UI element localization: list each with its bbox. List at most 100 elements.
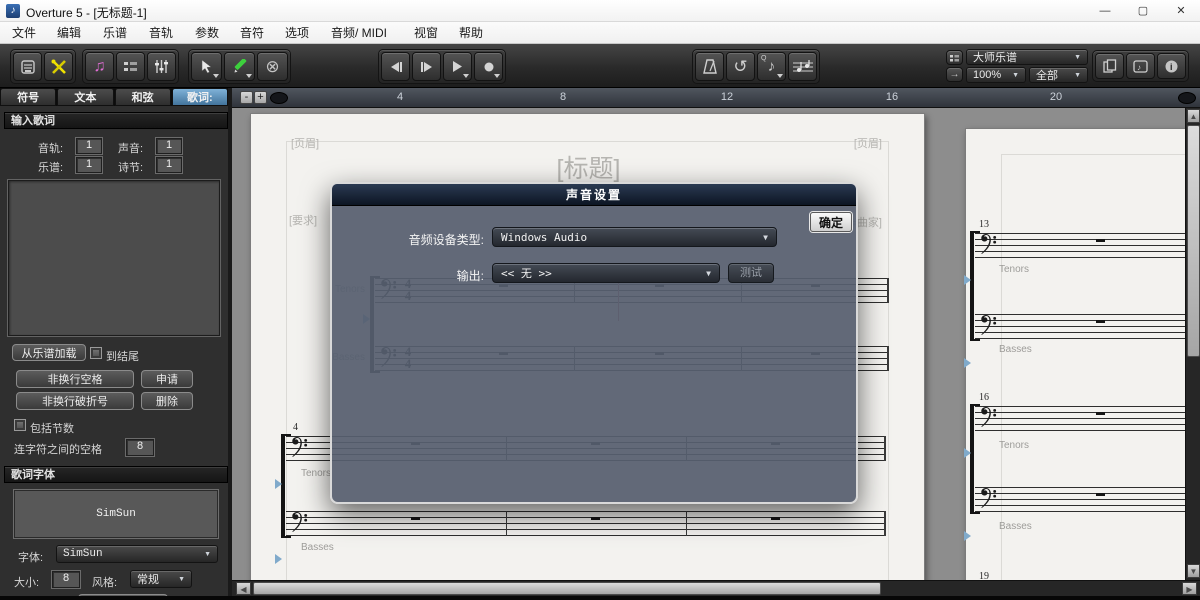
- track-list-button[interactable]: [116, 52, 145, 81]
- tab-symbols[interactable]: 符号: [0, 88, 56, 106]
- minimize-button[interactable]: —: [1088, 0, 1122, 22]
- ruler-zoom-in-button[interactable]: +: [254, 91, 267, 104]
- whole-rest[interactable]: [411, 517, 420, 520]
- size-field[interactable]: 8: [52, 571, 80, 588]
- sound-settings-dialog[interactable]: 声音设置 确定 音频设备类型: Windows Audio ▼ 输出: << 无…: [330, 182, 858, 504]
- nbsp-button[interactable]: 非换行空格: [16, 370, 134, 388]
- style-select[interactable]: 常规 ▼: [130, 570, 192, 588]
- whole-rest[interactable]: [1096, 239, 1105, 242]
- menu-audio-midi[interactable]: 音频/ MIDI: [327, 25, 391, 42]
- erase-tool-button[interactable]: ⊗: [257, 52, 288, 81]
- whole-rest[interactable]: [591, 517, 600, 520]
- audio-device-type-select[interactable]: Windows Audio ▼: [492, 227, 777, 247]
- notation-view-button[interactable]: ♫: [85, 52, 114, 81]
- whole-rest[interactable]: [1096, 493, 1105, 496]
- step-forward-button[interactable]: [412, 52, 441, 81]
- scroll-right-button[interactable]: ▶: [1182, 582, 1197, 595]
- whole-rest[interactable]: [1096, 320, 1105, 323]
- dialog-title-bar[interactable]: 声音设置: [332, 184, 856, 206]
- system-marker[interactable]: [964, 448, 971, 458]
- info-button[interactable]: i: [1157, 53, 1186, 79]
- voice-field[interactable]: 1: [156, 138, 182, 154]
- scroll-left-button[interactable]: ◀: [236, 582, 251, 595]
- track-field[interactable]: 1: [76, 138, 102, 154]
- scope-select[interactable]: 全部 ▼: [1029, 67, 1088, 83]
- close-button[interactable]: ✕: [1164, 0, 1198, 22]
- zoom-select[interactable]: 100% ▼: [966, 67, 1026, 83]
- system-marker[interactable]: [275, 554, 282, 564]
- vertical-scroll-thumb[interactable]: [1187, 125, 1200, 357]
- staff-settings-button[interactable]: [788, 52, 817, 81]
- ok-button[interactable]: 确定: [810, 212, 852, 232]
- requirement-placeholder[interactable]: [要求]: [289, 212, 317, 228]
- tab-lyrics[interactable]: 歌词:: [172, 88, 228, 106]
- whole-rest[interactable]: [1096, 412, 1105, 415]
- goto-button[interactable]: →: [946, 67, 963, 82]
- mixer-button[interactable]: [147, 52, 176, 81]
- system-marker[interactable]: [964, 531, 971, 541]
- bass-staff[interactable]: [975, 487, 1200, 512]
- score-view-list-button[interactable]: [946, 50, 963, 65]
- copy-button[interactable]: [1095, 53, 1124, 79]
- menu-params[interactable]: 参数: [191, 25, 223, 42]
- bass-staff[interactable]: [975, 314, 1200, 339]
- pencil-tool-dropdown-arrow[interactable]: [246, 74, 252, 78]
- ruler-handle-right[interactable]: [1178, 92, 1196, 104]
- menu-edit[interactable]: 编辑: [53, 25, 85, 42]
- metronome-button[interactable]: [695, 52, 724, 81]
- title-placeholder[interactable]: [标题]: [251, 149, 926, 185]
- tools-button[interactable]: [44, 52, 73, 81]
- horizontal-scrollbar[interactable]: ◀ ▶: [232, 580, 1200, 596]
- whole-rest[interactable]: [771, 517, 780, 520]
- ruler-handle-left[interactable]: [270, 92, 288, 104]
- score-number-field[interactable]: 1: [76, 157, 102, 173]
- horizontal-scroll-thumb[interactable]: [253, 582, 881, 595]
- quantize-button[interactable]: Q ♪: [757, 52, 786, 81]
- menu-window[interactable]: 视窗: [410, 25, 442, 42]
- media-library-button[interactable]: ♪: [1126, 53, 1155, 79]
- menu-notes[interactable]: 音符: [236, 25, 268, 42]
- record-dropdown-arrow[interactable]: [494, 74, 500, 78]
- nbdash-button[interactable]: 非换行破折号: [16, 392, 134, 410]
- lyrics-text-area[interactable]: [8, 180, 220, 336]
- hyphen-space-field[interactable]: 8: [126, 439, 154, 456]
- load-from-score-button[interactable]: 从乐谱加载: [12, 344, 86, 361]
- tenor-staff[interactable]: [975, 406, 1200, 431]
- menu-help[interactable]: 帮助: [455, 25, 487, 42]
- tab-chords[interactable]: 和弦: [115, 88, 171, 106]
- menu-file[interactable]: 文件: [8, 25, 40, 42]
- play-button[interactable]: [443, 52, 472, 81]
- system-marker[interactable]: [964, 275, 971, 285]
- print-setup-button[interactable]: [13, 52, 42, 81]
- font-select[interactable]: SimSun ▼: [56, 545, 218, 563]
- maximize-button[interactable]: ▢: [1126, 0, 1160, 22]
- tenor-staff[interactable]: [975, 233, 1200, 258]
- quantize-dropdown-arrow[interactable]: [777, 74, 783, 78]
- vertical-scrollbar[interactable]: ▲ ▼: [1185, 108, 1200, 580]
- verse-field[interactable]: 1: [156, 157, 182, 173]
- tab-text[interactable]: 文本: [57, 88, 113, 106]
- menu-score[interactable]: 乐谱: [99, 25, 131, 42]
- scroll-up-button[interactable]: ▲: [1187, 109, 1200, 123]
- system-marker[interactable]: [964, 358, 971, 368]
- ruler-zoom-out-button[interactable]: -: [240, 91, 253, 104]
- output-select[interactable]: << 无 >> ▼: [492, 263, 720, 283]
- apply-button[interactable]: 申请: [141, 370, 193, 388]
- system-marker[interactable]: [275, 479, 282, 489]
- include-verse-checkbox[interactable]: [14, 419, 26, 431]
- loop-button[interactable]: ↺: [726, 52, 755, 81]
- scroll-down-button[interactable]: ▼: [1187, 564, 1200, 578]
- bass-staff[interactable]: [286, 511, 886, 536]
- rewind-button[interactable]: [381, 52, 410, 81]
- pencil-tool-button[interactable]: [224, 52, 255, 81]
- record-button[interactable]: [474, 52, 503, 81]
- score-view-select[interactable]: 大师乐谱 ▼: [966, 49, 1088, 65]
- select-tool-dropdown-arrow[interactable]: [213, 74, 219, 78]
- to-end-checkbox[interactable]: [90, 347, 102, 359]
- score-page-2[interactable]: 13 Tenors Basses 16: [965, 128, 1200, 580]
- play-dropdown-arrow[interactable]: [463, 74, 469, 78]
- delete-button[interactable]: 删除: [141, 392, 193, 410]
- menu-options[interactable]: 选项: [281, 25, 313, 42]
- test-button[interactable]: 测试: [728, 263, 774, 283]
- menu-track[interactable]: 音轨: [145, 25, 177, 42]
